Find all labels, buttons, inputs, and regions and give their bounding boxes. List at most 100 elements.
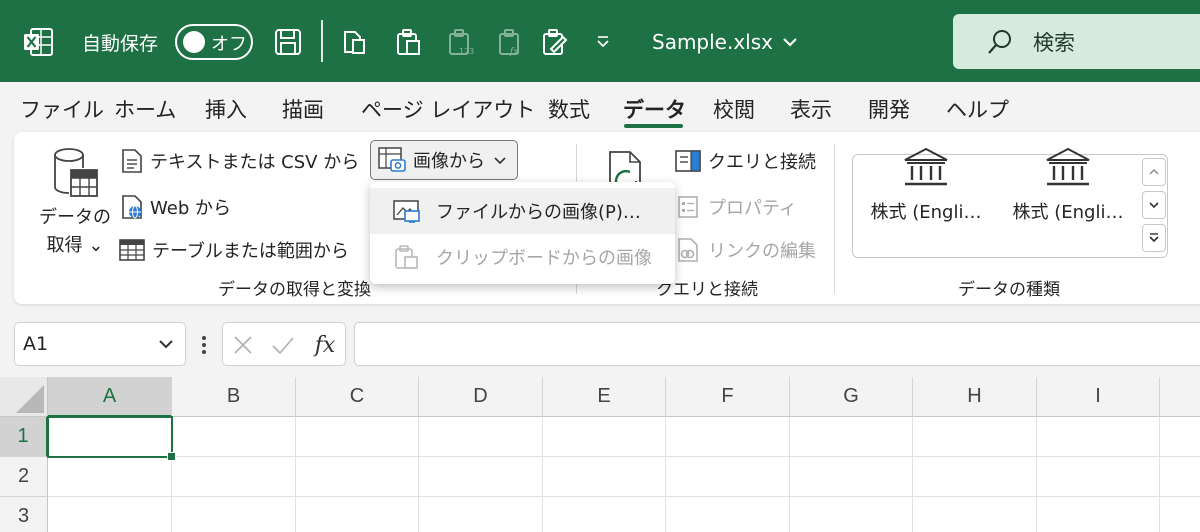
data-type-stocks-2[interactable]: 株式 (Engli…	[998, 146, 1138, 224]
cell[interactable]	[543, 497, 666, 532]
group-label-get-transform: データの取得と変換	[218, 280, 371, 300]
from-text-csv-button[interactable]: テキストまたは CSV から	[120, 146, 359, 176]
edit-links-label: リンクの編集	[708, 241, 816, 262]
cell[interactable]	[790, 457, 913, 497]
column-header-d[interactable]: D	[419, 377, 543, 417]
from-text-csv-label: テキストまたは CSV から	[150, 152, 360, 173]
tab-help[interactable]: ヘルプ	[946, 94, 1009, 124]
cell[interactable]	[296, 457, 419, 497]
paste-values-button[interactable]: 123	[442, 24, 478, 60]
paste-format-button[interactable]	[536, 24, 572, 60]
file-name-button[interactable]: Sample.xlsx	[652, 24, 799, 60]
select-all-button[interactable]	[0, 377, 48, 417]
column-header-g[interactable]: G	[790, 377, 913, 417]
name-box[interactable]: A1	[14, 322, 186, 366]
cell[interactable]	[913, 417, 1037, 457]
get-data-label-2: 取得 ⌄	[46, 235, 104, 256]
column-header-c[interactable]: C	[296, 377, 419, 417]
cell[interactable]	[296, 417, 419, 457]
cell[interactable]	[913, 457, 1037, 497]
menu-item-image-from-clipboard[interactable]: クリップボードからの画像	[370, 234, 675, 280]
paste-button[interactable]	[390, 24, 426, 60]
cell[interactable]	[419, 457, 543, 497]
row-header-1[interactable]: 1	[0, 417, 48, 457]
file-name: Sample.xlsx	[652, 30, 773, 54]
tab-view[interactable]: 表示	[790, 94, 832, 124]
cell-a1[interactable]	[47, 416, 176, 461]
from-image-button[interactable]: 画像から	[370, 140, 518, 180]
column-header-e[interactable]: E	[543, 377, 666, 417]
cancel-icon[interactable]	[229, 331, 257, 359]
cell[interactable]	[666, 497, 790, 532]
column-header-j[interactable]	[1160, 377, 1200, 417]
cell[interactable]	[666, 457, 790, 497]
edit-links-button[interactable]: リンクの編集	[676, 235, 816, 265]
autosave-state: オフ	[211, 34, 247, 55]
queries-connections-button[interactable]: クエリと接続	[674, 146, 816, 176]
search-box[interactable]: 検索	[953, 14, 1200, 69]
column-header-f[interactable]: F	[666, 377, 790, 417]
cell[interactable]	[296, 497, 419, 532]
cell[interactable]	[1037, 417, 1160, 457]
cell[interactable]	[1037, 497, 1160, 532]
cell[interactable]	[790, 497, 913, 532]
data-type-stocks[interactable]: 株式 (Engli…	[856, 146, 996, 224]
tab-draw[interactable]: 描画	[282, 94, 324, 124]
cell[interactable]	[419, 497, 543, 532]
tab-home[interactable]: ホーム	[114, 94, 176, 124]
name-box-value: A1	[23, 333, 49, 355]
get-data-button[interactable]: データの 取得 ⌄	[36, 146, 114, 266]
cell[interactable]	[419, 417, 543, 457]
tab-insert[interactable]: 挿入	[205, 94, 247, 124]
cell[interactable]	[666, 417, 790, 457]
more-options-icon[interactable]	[197, 332, 211, 358]
autosave-toggle[interactable]: オフ	[175, 24, 253, 60]
tab-formulas[interactable]: 数式	[548, 94, 590, 124]
tab-review[interactable]: 校閲	[713, 94, 755, 124]
tab-developer[interactable]: 開発	[868, 94, 910, 124]
gallery-scroll-down[interactable]	[1142, 191, 1166, 219]
menu-item-image-from-file[interactable]: ファイルからの画像(P)…	[370, 188, 675, 234]
tab-page-layout[interactable]: ページ レイアウト	[361, 94, 535, 124]
properties-button[interactable]: プロパティ	[676, 192, 797, 222]
row-header-2[interactable]: 2	[0, 457, 48, 497]
tab-data[interactable]: データ	[623, 94, 686, 124]
insert-function-icon[interactable]: fx	[311, 331, 339, 359]
formula-input[interactable]	[354, 322, 1200, 366]
from-image-label: 画像から	[413, 151, 485, 172]
tab-file[interactable]: ファイル	[20, 94, 104, 124]
copy-button[interactable]	[336, 24, 372, 60]
cell[interactable]	[543, 417, 666, 457]
customize-quick-access-button[interactable]	[588, 24, 618, 60]
from-web-button[interactable]: Web から	[120, 192, 231, 222]
enter-icon[interactable]	[269, 331, 297, 359]
paste-formulas-button[interactable]: fx	[492, 24, 528, 60]
chevron-down-icon[interactable]	[157, 335, 175, 353]
cell[interactable]	[1160, 497, 1200, 532]
column-header-a[interactable]: A	[48, 377, 172, 417]
gallery-scroll-up[interactable]	[1142, 158, 1166, 186]
cell[interactable]	[543, 457, 666, 497]
column-header-b[interactable]: B	[172, 377, 296, 417]
cell[interactable]	[790, 417, 913, 457]
menu-item-image-from-clipboard-label: クリップボードからの画像	[436, 248, 652, 269]
gallery-more[interactable]	[1142, 224, 1166, 252]
cell[interactable]	[913, 497, 1037, 532]
cell[interactable]	[1037, 457, 1160, 497]
column-header-h[interactable]: H	[913, 377, 1037, 417]
save-button[interactable]	[270, 24, 306, 60]
cell[interactable]	[172, 457, 296, 497]
chevron-up-icon	[1149, 169, 1159, 175]
cell[interactable]	[48, 457, 172, 497]
cell[interactable]	[1160, 417, 1200, 457]
queries-connections-label: クエリと接続	[708, 152, 816, 173]
from-table-range-button[interactable]: テーブルまたは範囲から	[118, 235, 349, 265]
cell[interactable]	[172, 417, 296, 457]
cell[interactable]	[1160, 457, 1200, 497]
cell[interactable]	[48, 497, 172, 532]
chevron-down-icon	[597, 36, 609, 48]
cell[interactable]	[172, 497, 296, 532]
column-header-i[interactable]: I	[1037, 377, 1160, 417]
row-header-3[interactable]: 3	[0, 497, 48, 532]
clipboard-brush-icon	[543, 29, 568, 55]
